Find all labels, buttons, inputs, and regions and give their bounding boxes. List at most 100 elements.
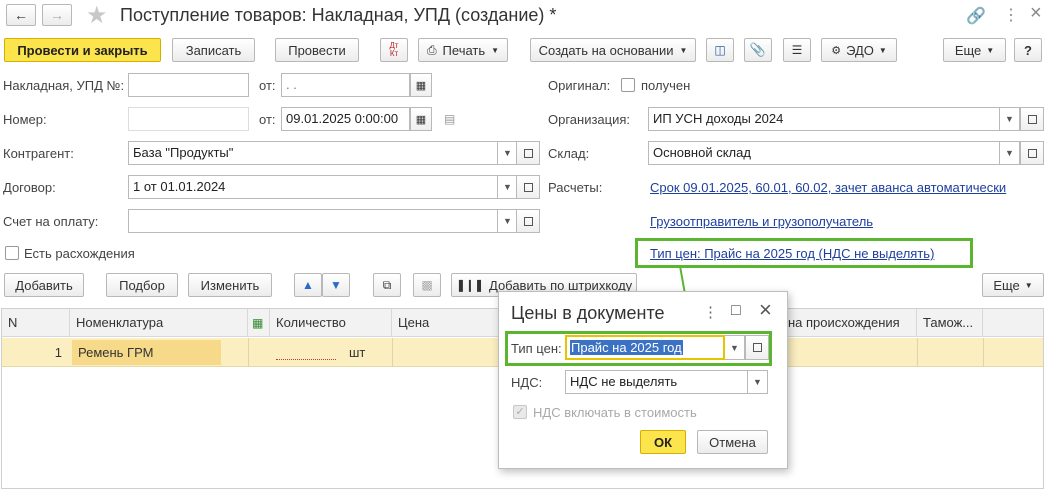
- create-based-button[interactable]: Создать на основании ▼: [530, 38, 696, 62]
- chevron-down-icon: ▼: [1005, 114, 1014, 124]
- dialog-price-type-field[interactable]: Прайс на 2025 год: [565, 335, 725, 360]
- dtkt-button[interactable]: Дт Кт: [380, 38, 408, 62]
- shipper-link[interactable]: Грузоотправитель и грузополучатель: [650, 214, 873, 229]
- printer-icon: ⎙: [426, 42, 437, 57]
- back-button[interactable]: ←: [6, 4, 36, 26]
- copy-row-button[interactable]: ⧉: [373, 273, 401, 297]
- edo-button[interactable]: ⚙ ЭДО ▼: [821, 38, 897, 62]
- date-field[interactable]: 09.01.2025 0:00:00: [281, 107, 410, 131]
- number-field[interactable]: [128, 107, 249, 131]
- link-icon[interactable]: 🔗: [966, 6, 986, 26]
- counterparty-open-button[interactable]: [516, 141, 540, 165]
- discrepancy-label: Есть расхождения: [24, 246, 135, 261]
- chevron-down-icon: ▼: [730, 342, 739, 353]
- calendar-button[interactable]: ▦: [410, 73, 432, 97]
- dialog-vat-field[interactable]: НДС не выделять: [565, 370, 748, 394]
- invoice-pay-field[interactable]: [128, 209, 498, 233]
- dialog-cancel-button[interactable]: Отмена: [697, 430, 768, 454]
- discrepancy-checkbox[interactable]: [5, 246, 19, 260]
- paste-button[interactable]: ▩: [413, 273, 441, 297]
- change-button[interactable]: Изменить: [188, 273, 272, 297]
- chevron-down-icon: ▼: [1005, 148, 1014, 158]
- dialog-vat-include-label: НДС включать в стоимость: [533, 405, 697, 420]
- open-window-icon: [1027, 114, 1037, 124]
- create-based-label: Создать на основании: [538, 42, 674, 58]
- invoice-pay-label: Счет на оплату:: [3, 214, 99, 229]
- invoice-pay-open-button[interactable]: [516, 209, 540, 233]
- col-header-n[interactable]: N: [2, 309, 70, 337]
- open-window-icon: [523, 182, 533, 192]
- counterparty-field[interactable]: База "Продукты": [128, 141, 498, 165]
- organization-dropdown[interactable]: ▼: [1000, 107, 1020, 131]
- dialog-price-type-open-button[interactable]: [745, 335, 769, 360]
- comment-icon[interactable]: ▤: [444, 112, 455, 126]
- close-window-icon[interactable]: ×: [1030, 2, 1042, 25]
- more-button[interactable]: Еще ▼: [943, 38, 1006, 62]
- calendar-icon: ▦: [415, 113, 427, 126]
- kt-text: Кт: [389, 49, 399, 58]
- move-up-button[interactable]: ▲: [294, 273, 322, 297]
- col-header-qty[interactable]: Количество: [270, 309, 392, 337]
- warehouse-dropdown[interactable]: ▼: [1000, 141, 1020, 165]
- post-button[interactable]: Провести: [275, 38, 359, 62]
- warehouse-label: Склад:: [548, 146, 590, 161]
- dialog-price-type-dropdown[interactable]: ▼: [725, 335, 745, 360]
- more-icon[interactable]: ⋮: [1003, 5, 1019, 25]
- contract-open-button[interactable]: [516, 175, 540, 199]
- checkmark-icon: ✓: [515, 405, 525, 418]
- forward-button[interactable]: →: [42, 4, 72, 26]
- col-header-customs[interactable]: Тамож...: [917, 309, 983, 337]
- warehouse-field[interactable]: Основной склад: [648, 141, 1000, 165]
- col-header-origin[interactable]: на происхождения: [782, 309, 917, 337]
- chevron-down-icon: ▼: [503, 148, 512, 158]
- dialog-more-icon[interactable]: ⋮: [703, 303, 718, 321]
- contract-dropdown[interactable]: ▼: [498, 175, 518, 199]
- settlements-link[interactable]: Срок 09.01.2025, 60.01, 60.02, зачет ава…: [650, 180, 1006, 195]
- favorite-star-icon[interactable]: ★: [86, 1, 108, 30]
- chevron-down-icon: ▼: [503, 216, 512, 226]
- open-window-icon: [523, 216, 533, 226]
- structure-button[interactable]: ◫: [706, 38, 734, 62]
- dialog-maximize-icon[interactable]: □: [731, 302, 741, 320]
- post-and-close-button[interactable]: Провести и закрыть: [4, 38, 161, 62]
- organization-open-button[interactable]: [1020, 107, 1044, 131]
- dialog-ok-button[interactable]: ОК: [640, 430, 686, 454]
- col-header-item[interactable]: Номенклатура: [70, 309, 248, 337]
- row-qty-empty[interactable]: [276, 345, 336, 360]
- dialog-vat-include-checkbox: ✓: [513, 405, 527, 419]
- price-type-link[interactable]: Тип цен: Прайс на 2025 год (НДС не выдел…: [650, 246, 934, 261]
- dialog-vat-label: НДС:: [511, 375, 543, 390]
- table-more-button[interactable]: Еще ▼: [982, 273, 1044, 297]
- report-button[interactable]: ☰: [783, 38, 811, 62]
- dialog-title: Цены в документе: [511, 303, 665, 323]
- print-label: Печать: [442, 42, 486, 58]
- print-button[interactable]: ⎙ Печать ▼: [418, 38, 508, 62]
- contract-field[interactable]: 1 от 01.01.2024: [128, 175, 498, 199]
- copy-icon: ⧉: [382, 277, 392, 292]
- select-button[interactable]: Подбор: [106, 273, 178, 297]
- organization-field[interactable]: ИП УСН доходы 2024: [648, 107, 1000, 131]
- dialog-vat-dropdown[interactable]: ▼: [748, 370, 768, 394]
- invoice-number-field[interactable]: [128, 73, 249, 97]
- arrow-up-icon: ▲: [302, 278, 314, 292]
- dialog-close-icon[interactable]: ×: [759, 297, 772, 323]
- row-unit: шт: [349, 345, 366, 360]
- invoice-date-field[interactable]: . .: [281, 73, 410, 97]
- edo-icon: ⚙: [831, 44, 842, 57]
- original-received-checkbox[interactable]: [621, 78, 635, 92]
- save-button[interactable]: Записать: [172, 38, 255, 62]
- counterparty-dropdown[interactable]: ▼: [498, 141, 518, 165]
- invoice-pay-dropdown[interactable]: ▼: [498, 209, 518, 233]
- calendar-button[interactable]: ▦: [410, 107, 432, 131]
- arrow-down-icon: ▼: [330, 278, 342, 292]
- original-received-label: получен: [641, 78, 691, 93]
- move-down-button[interactable]: ▼: [322, 273, 350, 297]
- row-number: 1: [54, 345, 62, 360]
- chevron-down-icon: ▼: [753, 377, 762, 387]
- attach-button[interactable]: 📎: [744, 38, 772, 62]
- calendar-icon: ▦: [415, 79, 427, 92]
- add-row-button[interactable]: Добавить: [4, 273, 84, 297]
- warehouse-open-button[interactable]: [1020, 141, 1044, 165]
- help-button[interactable]: ?: [1014, 38, 1042, 62]
- chevron-down-icon: ▼: [1024, 280, 1033, 290]
